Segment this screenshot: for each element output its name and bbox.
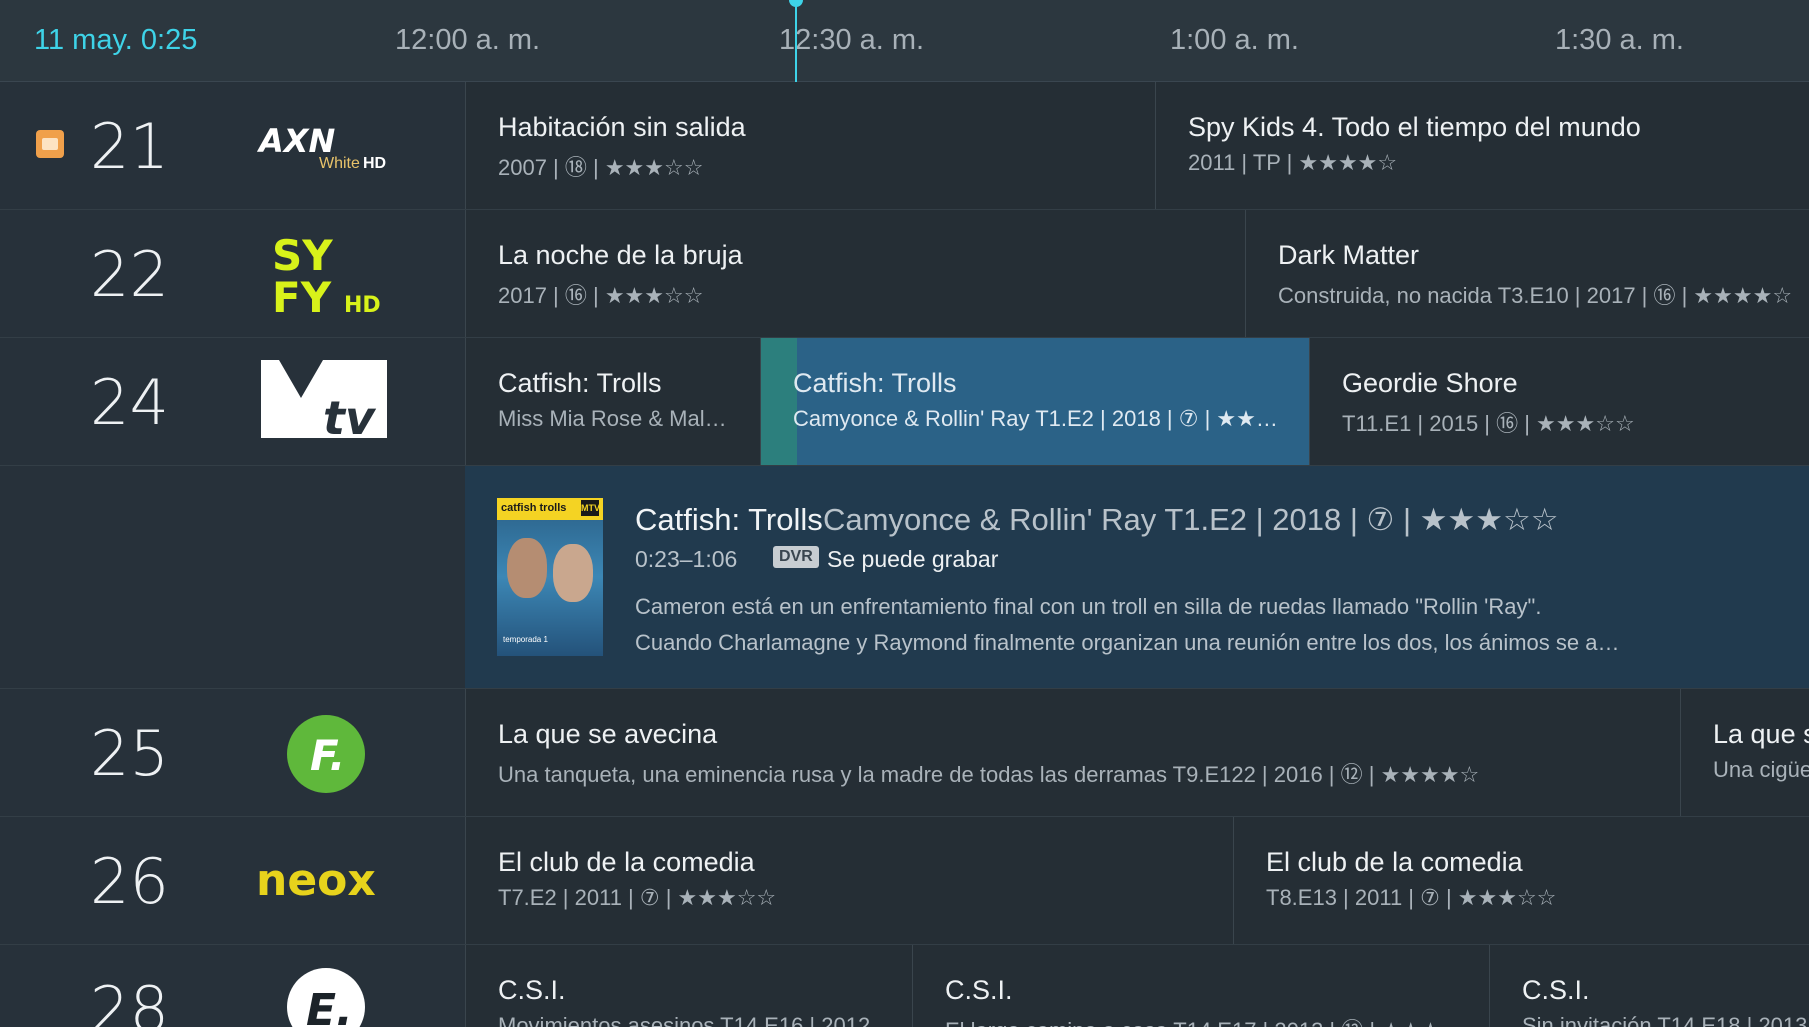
time-tick: 1:00 a. m. [1170, 24, 1299, 56]
program-cell[interactable]: C.S.I. Sin invitación T14.E18 | 2013 [1489, 945, 1809, 1027]
program-cell[interactable]: La que se avecina Una tanqueta, una emin… [465, 689, 1680, 816]
program-meta: 2011 | TP | ★★★★☆ [1188, 150, 1398, 175]
program-cell[interactable]: La noche de la bruja 2017 | ⑯ | ★★★☆☆ [465, 210, 1245, 337]
program-title: C.S.I. [945, 975, 1013, 1005]
program-title: Catfish: Trolls [498, 368, 662, 398]
program-title: La que se [1713, 719, 1809, 749]
channel-cell[interactable]: 24 tv [0, 338, 465, 465]
dvr-status: Se puede grabar [827, 546, 999, 572]
program-cell[interactable]: El club de la comedia T8.E13 | 2011 | ⑦ … [1233, 817, 1809, 944]
svg-text:HD: HD [363, 155, 386, 172]
program-cell[interactable]: C.S.I. El largo camino a casa T14.E17 | … [912, 945, 1489, 1027]
channel-number: 24 [90, 366, 169, 439]
program-title: Habitación sin salida [498, 112, 746, 142]
channel-number: 21 [90, 110, 169, 183]
channel-cell[interactable]: 22 SY FY HD [0, 210, 465, 337]
channel-number: 25 [90, 717, 169, 790]
program-title: C.S.I. [1522, 975, 1590, 1005]
program-meta: Camyonce & Rollin' Ray T1.E2 | 2018 | ⑦ … [793, 406, 1278, 431]
svg-text:White: White [319, 155, 360, 172]
channel-row: 25 F. La que se avecina Una tanqueta, un… [0, 689, 1809, 817]
program-meta: Movimientos asesinos T14.E16 | 2012 [498, 1013, 871, 1027]
program-cell[interactable]: Habitación sin salida 2007 | ⑱ | ★★★☆☆ [465, 82, 1155, 209]
program-meta: Una cigüe [1713, 757, 1809, 782]
detail-title: Catfish: Trolls [635, 502, 823, 537]
current-time-line [795, 0, 797, 82]
program-title: La noche de la bruja [498, 240, 743, 270]
svg-text:tv: tv [323, 391, 377, 442]
program-meta: El largo camino a casa T14.E17 | 2013 | … [945, 1013, 1440, 1027]
neox-logo: neox [256, 857, 376, 906]
channel-row: 22 SY FY HD La noche de la bruja 2017 | … [0, 210, 1809, 338]
fdf-logo: F. [287, 715, 365, 793]
program-meta: Miss Mia Rose & Mal… [498, 406, 727, 431]
channel-row: 28 E. C.S.I. Movimientos asesinos T14.E1… [0, 945, 1809, 1027]
program-cell[interactable]: Dark Matter Construida, no nacida T3.E10… [1245, 210, 1809, 337]
poster-brand: MTV [581, 500, 600, 516]
detail-description: Cameron está en un enfrentamiento final … [635, 594, 1542, 619]
svg-text:E.: E. [306, 985, 353, 1027]
poster-season: temporada 1 [503, 635, 548, 644]
channel-cell[interactable]: 25 F. [0, 689, 465, 816]
detail-content[interactable]: catfish trolls MTV temporada 1 Catfish: … [465, 466, 1809, 688]
channel-number: 22 [90, 238, 169, 311]
program-meta: T8.E13 | 2011 | ⑦ | ★★★☆☆ [1266, 885, 1557, 910]
timeline-header: 11 may. 0:25 12:00 a. m. 12:30 a. m. 1:0… [0, 0, 1809, 82]
time-tick: 12:30 a. m. [779, 24, 925, 56]
axn-white-hd-logo: AXN White HD [256, 122, 386, 172]
program-title: El club de la comedia [1266, 847, 1523, 877]
channel-row: 24 tv Catfish: Trolls Miss Mia Rose & Ma… [0, 338, 1809, 466]
program-cell[interactable]: Geordie Shore T11.E1 | 2015 | ⑯ | ★★★☆☆ [1309, 338, 1809, 465]
time-tick: 1:30 a. m. [1555, 24, 1684, 56]
program-poster: catfish trolls MTV temporada 1 [497, 498, 603, 656]
program-cell[interactable]: El club de la comedia T7.E2 | 2011 | ⑦ |… [465, 817, 1233, 944]
program-meta: Sin invitación T14.E18 | 2013 [1522, 1013, 1808, 1027]
program-cell-selected[interactable]: Catfish: Trolls Camyonce & Rollin' Ray T… [760, 338, 1309, 465]
program-meta: Una tanqueta, una eminencia rusa y la ma… [498, 762, 1480, 787]
program-title: El club de la comedia [498, 847, 755, 877]
svg-text:FY: FY [272, 273, 332, 318]
program-cell[interactable]: Spy Kids 4. Todo el tiempo del mundo 201… [1155, 82, 1809, 209]
current-datetime: 11 may. 0:25 [34, 24, 198, 56]
channel-row: 21 AXN White HD Habitación sin salida 20… [0, 82, 1809, 210]
mtv-logo: tv [261, 360, 387, 442]
channel-number: 28 [90, 973, 169, 1027]
svg-text:neox: neox [256, 857, 376, 906]
channel-cell[interactable]: 28 E. [0, 945, 465, 1027]
program-title: Catfish: Trolls [793, 368, 957, 398]
svg-text:F.: F. [310, 731, 345, 780]
detail-subtitle: Camyonce & Rollin' Ray T1.E2 | 2018 | ⑦ … [823, 502, 1559, 537]
time-tick: 12:00 a. m. [395, 24, 541, 56]
program-meta: 2007 | ⑱ | ★★★☆☆ [498, 155, 704, 180]
program-cell[interactable]: Catfish: Trolls Miss Mia Rose & Mal… [465, 338, 760, 465]
detail-description: Cuando Charlamagne y Raymond finalmente … [635, 630, 1620, 655]
program-meta: 2017 | ⑯ | ★★★☆☆ [498, 283, 704, 308]
svg-text:HD: HD [344, 293, 381, 318]
program-title: Spy Kids 4. Todo el tiempo del mundo [1188, 112, 1641, 142]
program-meta: T11.E1 | 2015 | ⑯ | ★★★☆☆ [1342, 411, 1635, 436]
program-title: La que se avecina [498, 719, 718, 749]
program-cell[interactable]: La que se Una cigüe [1680, 689, 1809, 816]
program-cell[interactable]: C.S.I. Movimientos asesinos T14.E16 | 20… [465, 945, 912, 1027]
program-meta: T7.E2 | 2011 | ⑦ | ★★★☆☆ [498, 885, 777, 910]
program-title: Dark Matter [1278, 240, 1420, 270]
channel-row: 26 neox El club de la comedia T7.E2 | 20… [0, 817, 1809, 945]
syfy-hd-logo: SY FY HD [272, 232, 381, 318]
program-detail-panel: catfish trolls MTV temporada 1 Catfish: … [0, 466, 1809, 689]
channel-cell[interactable]: 21 AXN White HD [0, 82, 465, 209]
energy-logo: E. [287, 968, 365, 1027]
program-meta: Construida, no nacida T3.E10 | 2017 | ⑯ … [1278, 283, 1793, 308]
poster-title: catfish trolls [501, 502, 567, 514]
program-title: C.S.I. [498, 975, 566, 1005]
detail-time: 0:23–1:06 [635, 546, 738, 572]
dvr-badge: DVR [773, 546, 819, 568]
channel-number: 26 [90, 845, 169, 918]
elapsed-indicator [761, 338, 797, 465]
program-title: Geordie Shore [1342, 368, 1518, 398]
tv-icon [36, 130, 64, 158]
channel-cell[interactable]: 26 neox [0, 817, 465, 944]
